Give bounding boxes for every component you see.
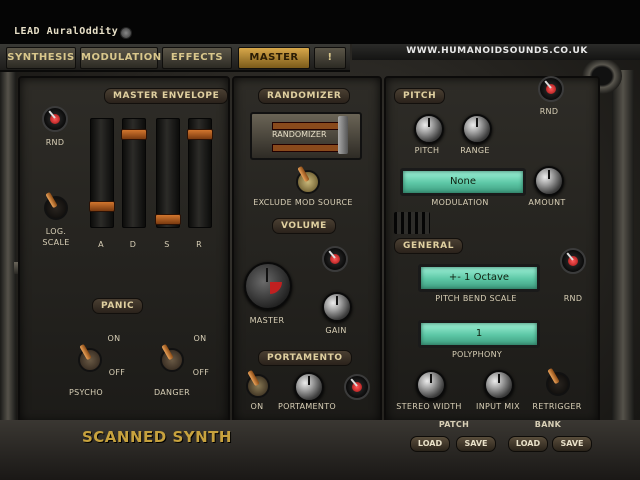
psycho-toggle[interactable] xyxy=(78,348,102,372)
tab-strip: SYNTHESIS MODULATION EFFECTS MASTER ! xyxy=(0,44,350,72)
decay-label: D xyxy=(129,240,137,249)
retrigger-label: RETRIGGER xyxy=(532,402,582,411)
input-mix-label: INPUT MIX xyxy=(476,402,520,411)
bank-save-button[interactable]: SAVE xyxy=(552,436,592,452)
slider-handle[interactable] xyxy=(155,214,181,226)
psycho-label: PSYCHO xyxy=(68,388,104,397)
bank-load-button[interactable]: LOAD xyxy=(508,436,548,452)
portamento-knob[interactable] xyxy=(294,372,324,402)
envelope-rnd-label: RND xyxy=(45,138,65,147)
general-rnd-button[interactable] xyxy=(560,248,586,274)
gain-knob[interactable] xyxy=(322,292,352,322)
left-pipe xyxy=(0,70,16,420)
tab-label: ! xyxy=(327,52,333,63)
volume-rnd-button[interactable] xyxy=(322,246,348,272)
master-envelope-title: MASTER ENVELOPE xyxy=(104,88,229,104)
tab-label: MODULATION xyxy=(81,52,162,63)
randomizer-button-label: RANDOMIZER xyxy=(272,130,327,139)
preset-name: LEAD AuralOddity xyxy=(14,26,119,37)
modulation-display[interactable]: None xyxy=(400,168,526,196)
tab-synthesis[interactable]: SYNTHESIS xyxy=(6,47,76,69)
pitch-label: PITCH xyxy=(414,146,440,155)
portamento-label: PORTAMENTO xyxy=(278,402,336,411)
log-scale-button[interactable] xyxy=(44,196,68,220)
amount-knob[interactable] xyxy=(534,166,564,196)
speaker-grille xyxy=(394,212,430,234)
slider-handle[interactable] xyxy=(121,128,147,140)
release-label: R xyxy=(196,240,202,249)
range-label: RANGE xyxy=(460,146,490,155)
stereo-width-label: STEREO WIDTH xyxy=(396,402,462,411)
website-url[interactable]: WWW.HUMANOIDSOUNDS.CO.UK xyxy=(406,46,588,56)
bank-label: BANK xyxy=(534,420,562,429)
slider-handle[interactable] xyxy=(187,128,213,140)
title-bar: LEAD AuralOddity xyxy=(0,0,640,44)
portamento-on-label: ON xyxy=(250,402,264,411)
retrigger-button[interactable] xyxy=(546,372,570,396)
danger-toggle[interactable] xyxy=(160,348,184,372)
release-slider[interactable] xyxy=(187,118,213,228)
pitch-rnd-label: RND xyxy=(539,107,559,116)
panic-title: PANIC xyxy=(92,298,144,314)
randomizer-button[interactable]: RANDOMIZER xyxy=(250,112,362,160)
patch-label: PATCH xyxy=(438,420,470,429)
sustain-label: S xyxy=(164,240,170,249)
range-knob[interactable] xyxy=(462,114,492,144)
randomizer-handle xyxy=(338,116,348,154)
tab-label: SYNTHESIS xyxy=(7,52,75,63)
general-title: GENERAL xyxy=(394,238,464,254)
pitch-knob[interactable] xyxy=(414,114,444,144)
pitch-bend-display[interactable]: +- 1 Octave xyxy=(418,264,540,292)
gain-label: GAIN xyxy=(325,326,347,335)
tab-info[interactable]: ! xyxy=(314,47,346,69)
danger-on-label: ON xyxy=(193,334,207,343)
randomizer-lever xyxy=(272,144,344,152)
general-rnd-label: RND xyxy=(563,294,583,303)
tab-master[interactable]: MASTER xyxy=(238,47,310,69)
danger-off-label: OFF xyxy=(192,368,210,377)
brand-logo: SCANNED SYNTH xyxy=(82,428,232,446)
envelope-rnd-button[interactable] xyxy=(42,106,68,132)
patch-load-button[interactable]: LOAD xyxy=(410,436,450,452)
exclude-mod-source-label: EXCLUDE MOD SOURCE xyxy=(253,198,353,207)
decay-slider[interactable] xyxy=(121,118,147,228)
portamento-on-button[interactable] xyxy=(246,374,270,398)
log-scale-label: LOG. SCALE xyxy=(42,227,70,247)
attack-slider[interactable] xyxy=(89,118,115,228)
psycho-on-label: ON xyxy=(107,334,121,343)
slider-handle[interactable] xyxy=(89,201,115,213)
portamento-rnd-button[interactable] xyxy=(344,374,370,400)
exclude-mod-source-button[interactable] xyxy=(296,170,320,194)
tab-label: MASTER xyxy=(249,52,299,63)
tab-modulation[interactable]: MODULATION xyxy=(80,47,161,69)
stereo-width-knob[interactable] xyxy=(416,370,446,400)
randomizer-lever xyxy=(272,122,344,130)
modulation-label: MODULATION xyxy=(431,198,489,207)
pitch-bend-label: PITCH BEND SCALE xyxy=(435,294,517,303)
psycho-off-label: OFF xyxy=(108,368,126,377)
volume-title: VOLUME xyxy=(272,218,336,234)
pitch-title: PITCH xyxy=(394,88,446,104)
tab-effects[interactable]: EFFECTS xyxy=(162,47,232,69)
attack-label: A xyxy=(98,240,104,249)
master-volume-knob[interactable] xyxy=(244,262,292,310)
danger-label: DANGER xyxy=(153,388,191,397)
input-mix-knob[interactable] xyxy=(484,370,514,400)
patch-save-button[interactable]: SAVE xyxy=(456,436,496,452)
randomizer-title: RANDOMIZER xyxy=(258,88,351,104)
website-banner: WWW.HUMANOIDSOUNDS.CO.UK xyxy=(352,44,640,60)
tab-label: EFFECTS xyxy=(170,52,224,63)
right-pipe xyxy=(612,70,634,420)
portamento-title: PORTAMENTO xyxy=(258,350,352,366)
polyphony-label: POLYPHONY xyxy=(451,350,503,359)
master-volume-label: MASTER xyxy=(249,316,285,325)
pitch-rnd-button[interactable] xyxy=(538,76,564,102)
sustain-slider[interactable] xyxy=(155,118,181,228)
preset-menu-icon[interactable] xyxy=(120,27,132,39)
amount-label: AMOUNT xyxy=(528,198,566,207)
polyphony-display[interactable]: 1 xyxy=(418,320,540,348)
